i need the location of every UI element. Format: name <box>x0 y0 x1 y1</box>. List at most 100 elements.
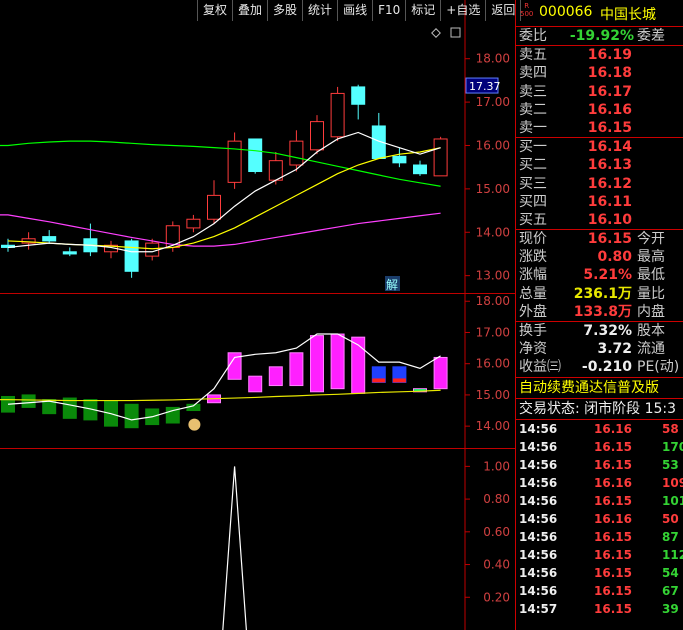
tick-row[interactable]: 14:56 16.15 170 <box>516 438 683 456</box>
tick-volume: 87 <box>662 529 679 544</box>
money-bag-icon[interactable] <box>188 418 201 431</box>
tick-volume: 101 <box>662 493 683 508</box>
tick-time: 14:56 <box>519 457 558 472</box>
tick-time: 14:56 <box>519 529 558 544</box>
stock-header: R 500 000066 中国长城 <box>516 0 683 27</box>
tick-row[interactable]: 14:56 16.15 53 <box>516 456 683 474</box>
candle[interactable] <box>21 232 36 250</box>
tick-time: 14:57 <box>519 601 558 616</box>
candle-body <box>433 138 448 177</box>
tick-volume: 67 <box>662 583 679 598</box>
bids-row: 买四 16.11 <box>516 193 683 211</box>
stats1-right-label: 今开 <box>637 231 665 248</box>
tick-row[interactable]: 14:56 16.16 109 <box>516 474 683 492</box>
bids-price: 16.11 <box>587 193 632 210</box>
indicator-bar <box>248 375 263 393</box>
bids-row: 买五 16.10 <box>516 211 683 229</box>
stock-code[interactable]: 000066 <box>539 4 592 20</box>
stats2-row: 收益㈢ -0.210 PE(动) <box>516 358 683 376</box>
toolbar-button-5[interactable]: F10 <box>372 0 405 21</box>
candle[interactable] <box>104 240 118 259</box>
toolbar-button-1[interactable]: 叠加 <box>232 0 267 21</box>
margin-badge: R 500 <box>520 2 534 18</box>
asks-price: 16.15 <box>587 119 632 136</box>
toolbar-button-0[interactable]: 复权 <box>197 0 232 21</box>
axis-label: 14.00 <box>476 225 510 239</box>
quote-stats: 现价 16.15 今开 涨跌 0.80 最高 涨幅 5.21% 最低 总量 236.1万 量比 外盘 13… <box>516 230 683 322</box>
bids-row: 买三 16.12 <box>516 175 683 193</box>
indicator-bar <box>330 333 345 390</box>
stats2-label: 换手 <box>519 323 547 339</box>
candle[interactable] <box>371 112 386 159</box>
candle[interactable] <box>433 136 448 177</box>
toolbar-button-2[interactable]: 多股 <box>267 0 302 21</box>
tick-time: 14:56 <box>519 583 558 598</box>
candle[interactable] <box>392 147 407 168</box>
axis-label: 18.00 <box>476 294 510 308</box>
stats1-label: 涨幅 <box>519 267 547 284</box>
stats1-label: 总量 <box>519 285 547 302</box>
candle[interactable] <box>186 214 201 233</box>
candle[interactable] <box>62 247 77 257</box>
diamond-icon[interactable] <box>431 28 441 38</box>
asks-label: 卖三 <box>519 83 547 100</box>
toolbar-button-6[interactable]: 标记 <box>405 0 440 21</box>
tick-volume: 39 <box>662 601 679 616</box>
tick-row[interactable]: 14:57 16.15 39 <box>516 600 683 618</box>
tick-row[interactable]: 14:56 16.15 87 <box>516 528 683 546</box>
asks-label: 卖二 <box>519 101 547 118</box>
window-icon[interactable] <box>450 27 461 38</box>
tick-row[interactable]: 14:56 16.15 54 <box>516 564 683 582</box>
candle[interactable] <box>351 84 366 120</box>
candle[interactable] <box>227 132 242 189</box>
axis-label: 16.00 <box>476 357 510 371</box>
tick-price: 16.15 <box>594 457 632 472</box>
kline-chart-svg[interactable]: 18.00 17.00 16.00 15.00 14.00 13.00 18.00 17.00… <box>0 0 515 630</box>
candle[interactable] <box>207 180 221 224</box>
order-diff-label: 委差 <box>637 28 665 44</box>
stats1-value: 0.80 <box>597 249 632 266</box>
order-ratio-row: 委比 -19.92% 委差 <box>516 27 683 47</box>
tick-row[interactable]: 14:56 16.15 101 <box>516 492 683 510</box>
axis-label: 17.00 <box>476 325 510 339</box>
tick-volume: 112 <box>662 547 683 562</box>
toolbar-button-3[interactable]: 统计 <box>302 0 337 21</box>
candle[interactable] <box>413 160 427 176</box>
tick-row[interactable]: 14:56 16.16 58 <box>516 420 683 438</box>
stats1-value: 16.15 <box>587 231 632 248</box>
tick-list[interactable]: 14:5616.165814:5616.1517014:5616.155314:… <box>516 420 683 618</box>
subscription-promo-link[interactable]: 自动续费通达信普及版 <box>516 378 683 399</box>
candle[interactable] <box>310 115 324 155</box>
chart-area[interactable]: 18.00 17.00 16.00 15.00 14.00 13.00 18.00 17.00… <box>0 0 522 630</box>
candle-body <box>310 121 324 151</box>
candle[interactable] <box>330 86 345 142</box>
tick-price: 16.15 <box>594 583 632 598</box>
candle-body <box>186 218 201 229</box>
stats1-row: 涨幅 5.21% 最低 <box>516 266 683 284</box>
tick-row[interactable]: 14:56 16.16 50 <box>516 510 683 528</box>
tick-row[interactable]: 14:56 16.15 67 <box>516 582 683 600</box>
candle[interactable] <box>124 238 139 278</box>
candle[interactable] <box>42 230 57 244</box>
stats1-right-label: 最低 <box>637 267 665 284</box>
stock-name[interactable]: 中国长城 <box>600 4 656 24</box>
candle[interactable] <box>248 138 263 174</box>
fundamental-stats: 换手 7.32% 股本 净资 3.72 流通 收益㈢ -0.210 PE(动) <box>516 322 683 378</box>
stats1-right-label: 内盘 <box>637 303 665 320</box>
tick-time: 14:56 <box>519 439 558 454</box>
candle-body <box>248 138 263 173</box>
bids-price: 16.13 <box>587 157 632 174</box>
asks-label: 卖四 <box>519 65 547 82</box>
toolbar-button-7[interactable]: +自选 <box>440 0 485 21</box>
tick-price: 16.16 <box>594 511 632 526</box>
asks-price: 16.17 <box>587 83 632 100</box>
axis-label: 17.00 <box>476 95 510 109</box>
toolbar-button-4[interactable]: 画线 <box>337 0 372 21</box>
candle-body <box>392 155 407 164</box>
candle-body <box>227 140 242 183</box>
tick-row[interactable]: 14:56 16.15 112 <box>516 546 683 564</box>
tick-price: 16.16 <box>594 475 632 490</box>
axis-label: 15.00 <box>476 388 510 402</box>
asks-label: 卖一 <box>519 119 547 136</box>
tick-time: 14:56 <box>519 421 558 436</box>
